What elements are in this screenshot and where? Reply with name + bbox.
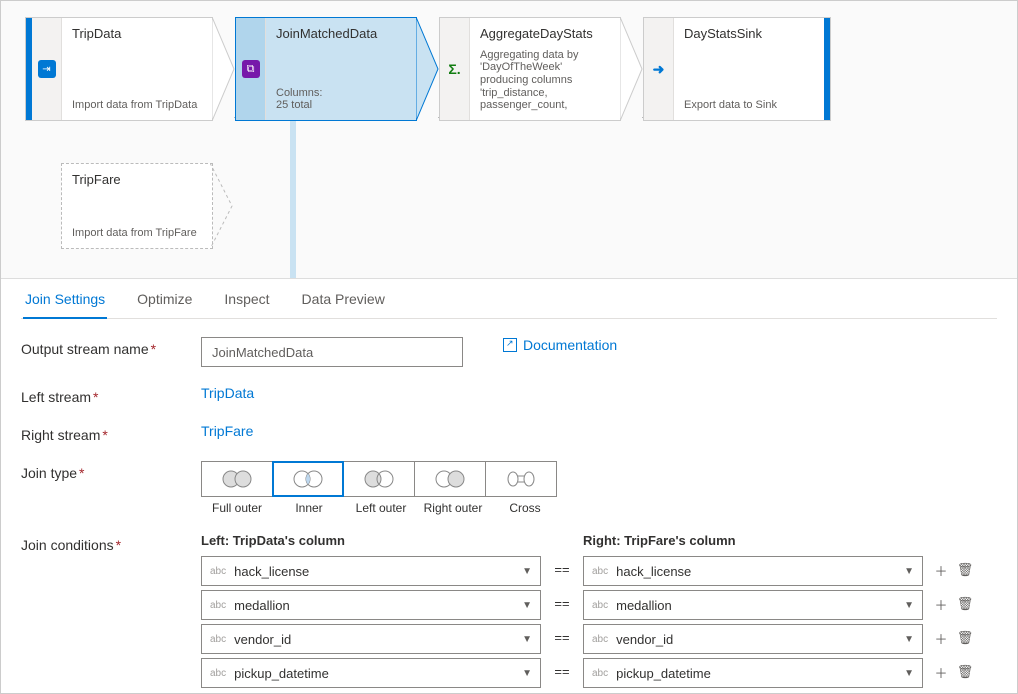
label-join-conditions: Join conditions* xyxy=(21,533,201,553)
chevron-down-icon: ▼ xyxy=(904,566,914,577)
node-desc: Export data to Sink xyxy=(684,99,814,112)
node-tripfare[interactable]: TripFare Import data from TripFare xyxy=(61,163,213,249)
node-arrow: + xyxy=(621,17,643,121)
node-title: DayStatsSink xyxy=(684,26,814,42)
right-col-dropdown[interactable]: abcvendor_id▼ xyxy=(583,624,923,654)
right-col-dropdown[interactable]: abchack_license▼ xyxy=(583,556,923,586)
equals-operator: == xyxy=(554,657,569,687)
right-column-header: Right: TripFare's column xyxy=(583,533,923,548)
node-aggregatedaystats[interactable]: Σ. AggregateDayStats Aggregating data by… xyxy=(439,17,621,121)
chevron-down-icon: ▼ xyxy=(904,668,914,679)
node-title: JoinMatchedData xyxy=(276,26,406,42)
label-output-stream: Output stream name* xyxy=(21,337,201,357)
chevron-down-icon: ▼ xyxy=(522,600,532,611)
join-type-cross[interactable] xyxy=(485,461,557,497)
node-accent xyxy=(824,18,830,120)
delete-condition-button[interactable]: 🗑 xyxy=(957,664,973,680)
tab-optimize[interactable]: Optimize xyxy=(135,279,194,318)
left-column-header: Left: TripData's column xyxy=(201,533,541,548)
join-type-left-outer[interactable] xyxy=(343,461,415,497)
label-join-type: Join type* xyxy=(21,461,201,481)
delete-condition-button[interactable]: 🗑 xyxy=(957,596,973,612)
node-desc: Aggregating data by 'DayOfTheWeek' produ… xyxy=(480,49,610,112)
equals-operator: == xyxy=(554,623,569,653)
tab-inspect[interactable]: Inspect xyxy=(222,279,271,318)
node-joinmatcheddata[interactable]: ⧉ JoinMatchedData Columns: 25 total xyxy=(235,17,417,121)
chevron-down-icon: ▼ xyxy=(522,634,532,645)
tab-join-settings[interactable]: Join Settings xyxy=(23,279,107,319)
chevron-down-icon: ▼ xyxy=(904,600,914,611)
equals-operator: == xyxy=(554,589,569,619)
join-icon: ⧉ xyxy=(242,60,260,78)
node-title: TripData xyxy=(72,26,202,42)
left-col-dropdown[interactable]: abchack_license▼ xyxy=(201,556,541,586)
add-condition-button[interactable]: ＋ xyxy=(933,630,949,646)
node-arrow: + xyxy=(417,17,439,121)
aggregate-icon: Σ. xyxy=(446,60,464,78)
left-col-dropdown[interactable]: abcpickup_datetime▼ xyxy=(201,658,541,688)
chevron-down-icon: ▼ xyxy=(522,566,532,577)
join-type-full-outer[interactable] xyxy=(201,461,273,497)
node-tripdata[interactable]: ⇥ TripData Import data from TripData xyxy=(25,17,213,121)
documentation-link[interactable]: Documentation xyxy=(503,337,617,353)
left-col-dropdown[interactable]: abcmedallion▼ xyxy=(201,590,541,620)
tabs: Join Settings Optimize Inspect Data Prev… xyxy=(21,279,997,319)
right-stream-link[interactable]: TripFare xyxy=(201,423,253,439)
right-col-dropdown[interactable]: abcmedallion▼ xyxy=(583,590,923,620)
add-condition-button[interactable]: ＋ xyxy=(933,664,949,680)
left-stream-link[interactable]: TripData xyxy=(201,385,254,401)
label-right-stream: Right stream* xyxy=(21,423,201,443)
delete-condition-button[interactable]: 🗑 xyxy=(957,562,973,578)
join-type-labels: Full outer Inner Left outer Right outer … xyxy=(201,501,561,515)
node-title: AggregateDayStats xyxy=(480,26,610,42)
tab-data-preview[interactable]: Data Preview xyxy=(300,279,387,318)
chevron-down-icon: ▼ xyxy=(522,668,532,679)
left-col-dropdown[interactable]: abcvendor_id▼ xyxy=(201,624,541,654)
label-left-stream: Left stream* xyxy=(21,385,201,405)
add-condition-button[interactable]: ＋ xyxy=(933,562,949,578)
node-daystatssink[interactable]: ➜ DayStatsSink Export data to Sink xyxy=(643,17,831,121)
equals-operator: == xyxy=(554,555,569,585)
node-desc: Import data from TripFare xyxy=(72,227,202,240)
join-type-inner[interactable] xyxy=(272,461,344,497)
add-condition-button[interactable]: ＋ xyxy=(933,596,949,612)
right-col-dropdown[interactable]: abcpickup_datetime▼ xyxy=(583,658,923,688)
properties-panel: Join Settings Optimize Inspect Data Prev… xyxy=(1,279,1017,694)
source-icon: ⇥ xyxy=(38,60,56,78)
output-stream-input[interactable] xyxy=(201,337,463,367)
sink-icon: ➜ xyxy=(650,60,668,78)
node-arrow: + xyxy=(213,17,235,121)
chevron-down-icon: ▼ xyxy=(904,634,914,645)
delete-condition-button[interactable]: 🗑 xyxy=(957,630,973,646)
join-type-right-outer[interactable] xyxy=(414,461,486,497)
flow-canvas[interactable]: ⇥ TripData Import data from TripData + ⧉… xyxy=(1,1,1017,279)
node-arrow xyxy=(211,163,233,249)
join-type-group xyxy=(201,461,561,497)
node-desc: Import data from TripData xyxy=(72,99,202,112)
node-desc: Columns: 25 total xyxy=(276,87,406,112)
external-link-icon xyxy=(503,338,517,352)
node-title: TripFare xyxy=(72,172,202,188)
